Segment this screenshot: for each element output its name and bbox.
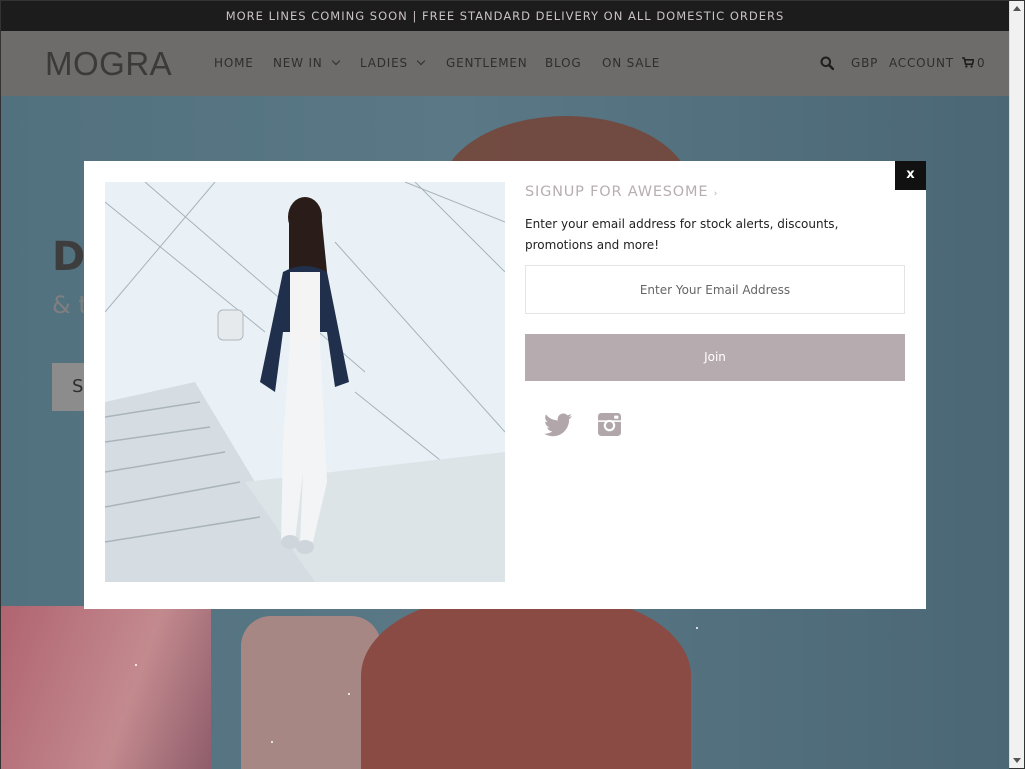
join-button[interactable]: Join: [525, 334, 905, 381]
hero-subheading: & t: [52, 291, 88, 319]
scroll-down-arrow-icon[interactable]: [1013, 758, 1021, 763]
modal-title-text: SIGNUP FOR AWESOME: [525, 184, 709, 200]
search-icon[interactable]: [820, 56, 834, 70]
cart-icon: [962, 57, 974, 68]
sparkle: [271, 741, 273, 743]
announcement-bar: MORE LINES COMING SOON | FREE STANDARD D…: [1, 1, 1009, 31]
arrow-right-icon: ›: [713, 189, 719, 199]
email-field[interactable]: [525, 265, 905, 314]
vertical-scrollbar[interactable]: [1009, 1, 1024, 768]
chevron-down-icon: [416, 56, 426, 66]
twitter-icon[interactable]: [544, 413, 572, 437]
hero-model-arm: [241, 616, 381, 769]
account-link[interactable]: ACCOUNT: [889, 56, 954, 70]
hero-model-dress: [361, 596, 691, 769]
chevron-down-icon: [331, 56, 340, 66]
nav-blog[interactable]: BLOG: [545, 56, 581, 70]
nav-ladies-label: LADIES: [360, 56, 408, 70]
scroll-up-arrow-icon[interactable]: [1013, 6, 1021, 11]
sparkle: [348, 693, 350, 695]
nav-new-in[interactable]: NEW IN: [273, 56, 340, 70]
site-header: MOGRA HOME NEW IN LADIES GENTLEMEN BLOG …: [1, 31, 1009, 96]
nav-on-sale[interactable]: ON SALE: [602, 56, 660, 70]
hero-headline: D: [52, 234, 86, 280]
site-logo[interactable]: MOGRA: [45, 45, 172, 83]
sparkle: [135, 664, 137, 666]
modal-description: Enter your email address for stock alert…: [525, 217, 839, 252]
nav-ladies[interactable]: LADIES: [360, 56, 426, 70]
modal-title: SIGNUP FOR AWESOME ›: [525, 184, 718, 200]
hero-pink-fabric: [1, 606, 211, 769]
instagram-icon[interactable]: [597, 412, 622, 437]
currency-selector[interactable]: GBP: [851, 56, 878, 70]
sparkle: [696, 627, 698, 629]
model-photo-illustration: [105, 182, 505, 582]
nav-new-in-label: NEW IN: [273, 56, 323, 70]
cart-count: 0: [977, 56, 986, 70]
nav-gentlemen[interactable]: GENTLEMEN: [446, 56, 528, 70]
newsletter-signup-modal: x SIGNUP FOR AWESOME › Enter your email …: [84, 161, 926, 609]
nav-home[interactable]: HOME: [214, 56, 254, 70]
close-modal-button[interactable]: x: [895, 161, 926, 190]
cart-link[interactable]: 0: [962, 56, 985, 70]
modal-promo-image: [105, 182, 505, 582]
